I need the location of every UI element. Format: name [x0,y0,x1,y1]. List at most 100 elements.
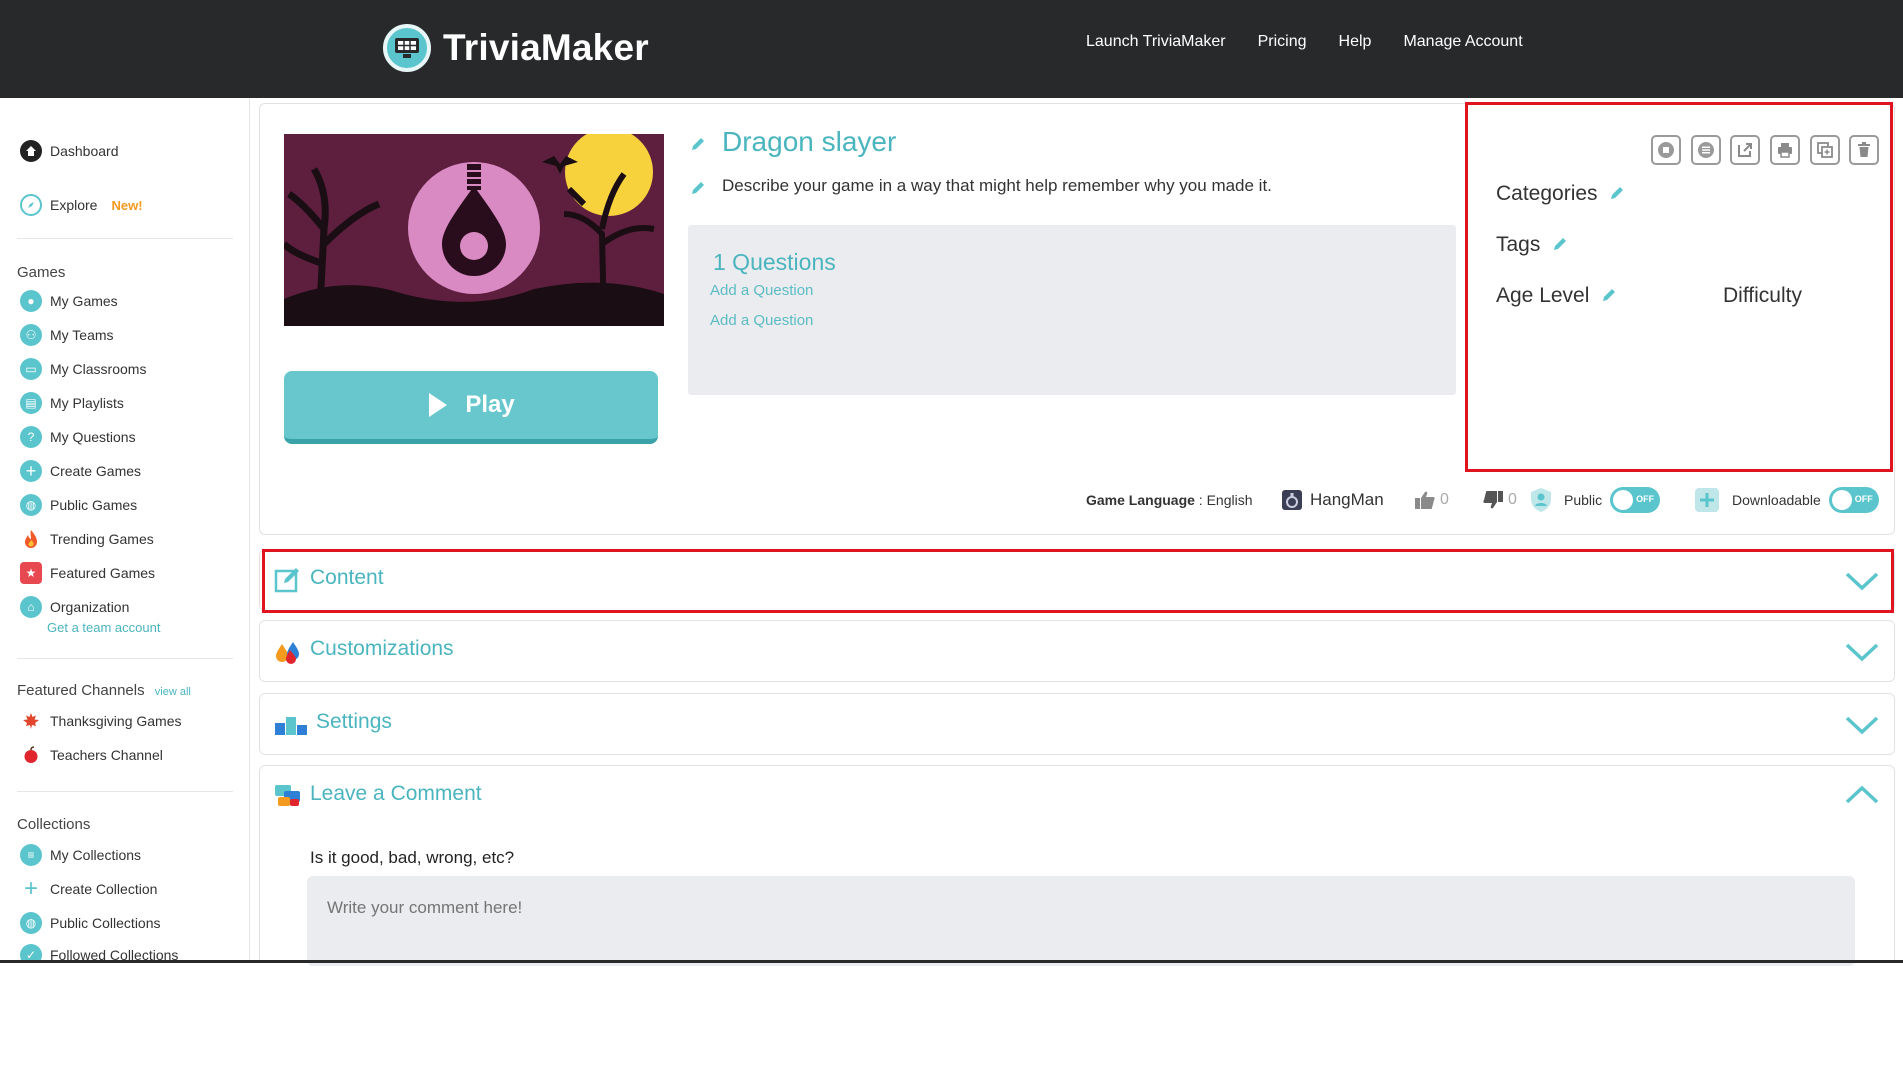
sidebar-item-label: My Teams [50,327,114,343]
sidebar-item-organization[interactable]: ⌂ Organization [20,596,129,618]
like-button[interactable]: 0 [1414,482,1449,518]
game-title[interactable]: Dragon slayer [722,126,896,158]
tags-text: Tags [1496,233,1541,256]
sidebar-item-my-questions[interactable]: ? My Questions [20,426,136,448]
sidebar-item-trending-games[interactable]: Trending Games [20,528,154,550]
thumbs-up-icon [1415,491,1435,509]
sidebar-item-label: Explore [50,197,98,213]
external-link-icon[interactable] [1730,135,1760,165]
building-icon: ⌂ [20,596,42,618]
sidebar-divider [17,791,233,792]
categories-label[interactable]: Categories [1496,182,1625,206]
sidebar-item-featured-games[interactable]: ★ Featured Games [20,562,155,584]
sidebar-item-public-collections[interactable]: ◍ Public Collections [20,912,161,934]
copy-icon[interactable] [1810,135,1840,165]
star-icon: ★ [20,562,42,584]
featured-channels-heading: Featured Channels view all [17,682,191,699]
sidebar-item-thanksgiving[interactable]: Thanksgiving Games [20,710,182,732]
question-icon: ? [20,426,42,448]
sidebar-item-my-games[interactable]: ● My Games [20,290,118,312]
customizations-title: Customizations [310,637,454,660]
sidebar-item-public-games[interactable]: ◍ Public Games [20,494,137,516]
sidebar-item-label: My Collections [50,847,142,863]
public-setting: Public OFF [1530,482,1661,518]
list-icon[interactable] [1691,135,1721,165]
featured-channels-title: Featured Channels [17,682,145,699]
public-toggle[interactable]: OFF [1610,487,1661,513]
edit-description-pencil-icon[interactable] [690,180,706,196]
sidebar-item-my-teams[interactable]: ⚇ My Teams [20,324,114,346]
nav-manage-account[interactable]: Manage Account [1403,33,1522,51]
dislike-button[interactable]: 0 [1482,482,1517,518]
nav-launch[interactable]: Launch TriviaMaker [1086,33,1226,51]
sidebar-item-create-games[interactable]: + Create Games [20,460,141,482]
dislike-count: 0 [1508,491,1517,508]
monitor-icon [383,24,431,72]
age-level-text: Age Level [1496,284,1590,307]
public-label: Public [1564,492,1603,508]
downloadable-label: Downloadable [1732,492,1821,508]
sidebar-item-explore[interactable]: Explore New! [20,194,143,216]
pencil-icon [1554,238,1567,250]
plus-icon: + [20,875,42,902]
nav-pricing[interactable]: Pricing [1258,33,1307,51]
view-all-link[interactable]: view all [155,686,191,698]
difficulty-label[interactable]: Difficulty [1723,284,1802,308]
comment-section-header[interactable]: Leave a Comment [259,765,1895,827]
settings-section-header[interactable]: Settings [259,693,1895,755]
flame-icon [20,528,42,550]
sidebar-item-label: My Games [50,293,118,309]
get-team-account-link[interactable]: Get a team account [47,620,160,635]
brand-logo[interactable]: TriviaMaker [383,24,649,72]
comment-title: Leave a Comment [310,782,482,805]
toggle-state: OFF [1636,494,1655,504]
halloween-scene-image [284,134,664,326]
content-highlight-box [262,549,1894,613]
trash-icon[interactable] [1849,135,1879,165]
sidebar-item-label: Create Collection [50,881,158,897]
sidebar-item-dashboard[interactable]: Dashboard [20,140,119,162]
sidebar-item-label: Create Games [50,463,142,479]
sidebar-item-teachers-channel[interactable]: Teachers Channel [20,744,163,766]
print-icon[interactable] [1770,135,1800,165]
sidebar-item-label: My Classrooms [50,361,147,377]
nav-help[interactable]: Help [1339,33,1372,51]
sidebar-item-my-classrooms[interactable]: ▭ My Classrooms [20,358,146,380]
add-question-link[interactable]: Add a Question [710,312,813,329]
age-level-label[interactable]: Age Level [1496,284,1617,308]
downloadable-setting: Downloadable OFF [1694,482,1879,518]
chat-bubbles-icon [275,785,300,806]
sidebar-item-label: My Questions [50,429,136,445]
comment-input[interactable] [307,876,1855,966]
play-button[interactable]: Play [284,371,658,444]
thumbs-down-icon [1483,491,1503,509]
game-language-sep: : [1194,492,1207,508]
play-icon [429,393,448,417]
customizations-section-header[interactable]: Customizations [259,620,1895,682]
compass-icon [20,194,42,216]
playlist-icon: ▤ [20,392,42,414]
bottom-divider [0,960,1903,963]
tags-label[interactable]: Tags [1496,233,1568,257]
sidebar-item-my-playlists[interactable]: ▤ My Playlists [20,392,124,414]
sidebar-item-label: Featured Games [50,565,156,581]
game-type-label: HangMan [1310,490,1384,509]
edit-title-pencil-icon[interactable] [690,136,706,152]
toggle-knob [1831,490,1852,510]
globe-icon: ◍ [20,912,42,934]
add-download-icon [1695,488,1719,512]
sidebar-item-label: Thanksgiving Games [50,713,182,729]
game-language: Game Language : English [1086,482,1253,518]
sidebar-item-create-collection[interactable]: + Create Collection [20,875,158,902]
globe-icon: ◍ [20,494,42,516]
sidebar-item-my-collections[interactable]: ≡ My Collections [20,844,141,866]
paint-drops-icon [276,642,299,664]
chevron-down-icon [1845,716,1879,735]
sidebar-divider [17,238,233,239]
trivia-maker-app: TriviaMaker Launch TriviaMaker Pricing H… [0,0,1903,1072]
maple-leaf-icon [20,710,42,732]
game-description[interactable]: Describe your game in a way that might h… [722,176,1272,196]
stop-icon[interactable] [1651,135,1681,165]
add-question-link[interactable]: Add a Question [710,282,813,299]
downloadable-toggle[interactable]: OFF [1828,487,1879,513]
